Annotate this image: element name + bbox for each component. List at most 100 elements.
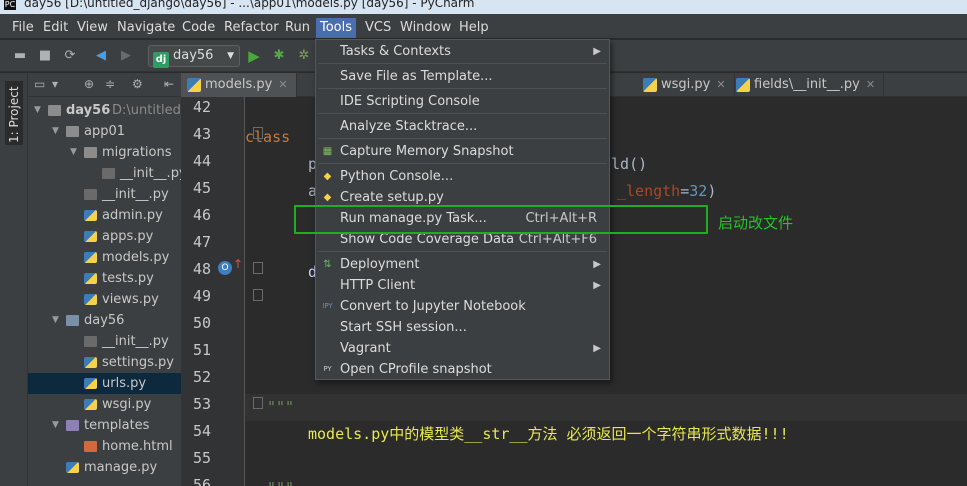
project-tool-window-button[interactable]: 1: Project	[5, 81, 23, 145]
python-file-icon	[84, 378, 97, 389]
expand-arrow-icon[interactable]: ▼	[52, 415, 59, 436]
menu-run[interactable]: Run	[281, 18, 314, 38]
tab-label: models.py	[205, 77, 273, 92]
tab-models-py[interactable]: models.py ✕	[181, 73, 297, 97]
tree-item[interactable]: manage.py	[28, 457, 181, 478]
menu-tools[interactable]: Tools	[316, 18, 357, 38]
expand-arrow-icon[interactable]: ▼	[52, 310, 59, 331]
run-configuration-select[interactable]: dj day56 ▼	[148, 45, 240, 68]
tree-item[interactable]: apps.py	[28, 226, 181, 247]
menu-item-open-cprofile-snapshot[interactable]: PY Open CProfile snapshot	[316, 359, 609, 380]
fold-marker-icon[interactable]	[253, 289, 263, 301]
menu-view[interactable]: View	[73, 18, 112, 38]
menu-item-deployment[interactable]: ⇅ Deployment ▶	[316, 254, 609, 275]
menu-item-save-file-as-template[interactable]: Save File as Template...	[316, 66, 609, 87]
close-icon[interactable]: ✕	[278, 78, 287, 91]
line-number: 52	[192, 368, 211, 386]
tree-item[interactable]: __init__.py	[28, 331, 181, 352]
chevron-down-icon: ▼	[227, 51, 234, 61]
forward-icon[interactable]: ▶	[118, 48, 134, 64]
fold-marker-icon[interactable]	[253, 127, 263, 139]
tree-item[interactable]: ▼ templates	[28, 415, 181, 436]
menu-item-label: Start SSH session...	[340, 320, 467, 335]
sync-icon[interactable]: ⟳	[62, 48, 78, 64]
tree-item[interactable]: settings.py	[28, 352, 181, 373]
run-icon[interactable]: ▶	[246, 48, 262, 64]
line-number: 50	[192, 314, 211, 332]
menu-item-convert-to-jupyter-notebook[interactable]: IPY Convert to Jupyter Notebook	[316, 296, 609, 317]
menu-window[interactable]: Window	[396, 18, 455, 38]
hide-icon[interactable]: ⇤	[164, 77, 174, 91]
tree-item[interactable]: __init__.py	[28, 184, 181, 205]
line-number: 49	[192, 287, 211, 305]
override-method-icon[interactable]: O	[218, 261, 232, 275]
tree-item[interactable]: ▼ day56	[28, 310, 181, 331]
gear-icon[interactable]: ⚙	[132, 77, 143, 91]
tree-item[interactable]: admin.py	[28, 205, 181, 226]
tree-item[interactable]: ▼ app01	[28, 121, 181, 142]
coverage-icon[interactable]: ✲	[296, 48, 312, 64]
tree-item[interactable]: ▼ migrations	[28, 142, 181, 163]
tree-item-label: urls.py	[102, 376, 147, 391]
tree-item-label: home.html	[102, 439, 173, 454]
menu-item-capture-memory-snapshot[interactable]: ▦ Capture Memory Snapshot	[316, 141, 609, 162]
menu-edit[interactable]: Edit	[39, 18, 72, 38]
tab-wsgi-py[interactable]: wsgi.py ✕	[637, 73, 735, 97]
python-file-icon	[84, 357, 97, 368]
menu-item-label: Vagrant	[340, 341, 391, 356]
code-line-56: """	[245, 475, 967, 486]
view-options-icon[interactable]: ▾	[52, 77, 58, 91]
menu-separator	[318, 88, 607, 89]
menu-code[interactable]: Code	[178, 18, 219, 38]
menu-item-start-ssh-session[interactable]: Start SSH session...	[316, 317, 609, 338]
deployment-icon: ⇅	[323, 259, 332, 270]
folder-icon[interactable]: ▭	[34, 77, 45, 91]
submenu-arrow-icon: ▶	[593, 259, 601, 270]
fold-marker-icon[interactable]	[253, 397, 263, 409]
menu-item-python-console[interactable]: ◆ Python Console...	[316, 166, 609, 187]
line-number: 45	[192, 179, 211, 197]
fold-marker-icon[interactable]	[253, 262, 263, 274]
tree-item[interactable]: ▼ day56D:\untitled_d	[28, 100, 181, 121]
tree-item[interactable]: views.py	[28, 289, 181, 310]
menu-item-vagrant[interactable]: Vagrant ▶	[316, 338, 609, 359]
tree-item[interactable]: models.py	[28, 247, 181, 268]
menu-file[interactable]: File	[8, 18, 38, 38]
tree-item-label: day56	[66, 103, 111, 118]
line-number: 46	[192, 206, 211, 224]
tree-item-label: manage.py	[84, 460, 158, 475]
menu-item-tasks-contexts[interactable]: Tasks & Contexts ▶	[316, 41, 609, 62]
submenu-arrow-icon: ▶	[593, 343, 601, 354]
tree-item[interactable]: urls.py	[28, 373, 181, 394]
menu-item-ide-scripting-console[interactable]: IDE Scripting Console	[316, 91, 609, 112]
menu-separator	[318, 113, 607, 114]
back-icon[interactable]: ◀	[93, 48, 109, 64]
menu-navigate[interactable]: Navigate	[113, 18, 179, 38]
close-icon[interactable]: ✕	[866, 78, 875, 91]
menu-item-label: Python Console...	[340, 169, 454, 184]
expand-arrow-icon[interactable]: ▼	[70, 142, 77, 163]
menu-item-analyze-stacktrace[interactable]: Analyze Stacktrace...	[316, 116, 609, 137]
collapse-icon[interactable]: ≑	[105, 77, 115, 91]
close-icon[interactable]: ✕	[716, 78, 725, 91]
tree-item-label: day56	[84, 313, 125, 328]
menu-vcs[interactable]: VCS	[361, 18, 395, 38]
tree-item[interactable]: wsgi.py	[28, 394, 181, 415]
expand-arrow-icon[interactable]: ▼	[52, 121, 59, 142]
line-number: 51	[192, 341, 211, 359]
menu-help[interactable]: Help	[455, 18, 493, 38]
locate-icon[interactable]: ⊕	[84, 77, 94, 91]
django-icon: dj	[153, 52, 169, 68]
tree-item[interactable]: __init__.py	[28, 163, 181, 184]
open-folder-icon[interactable]: ▬	[12, 48, 28, 64]
menu-refactor[interactable]: Refactor	[220, 18, 283, 38]
expand-arrow-icon[interactable]: ▼	[34, 100, 41, 121]
tab-fields-init-py[interactable]: fields\__init__.py ✕	[730, 73, 885, 97]
tree-item[interactable]: home.html	[28, 436, 181, 457]
tree-item-path: D:\untitled_d	[112, 103, 181, 118]
menu-item-http-client[interactable]: HTTP Client ▶	[316, 275, 609, 296]
tree-item[interactable]: tests.py	[28, 268, 181, 289]
line-number: 54	[192, 422, 211, 440]
save-all-icon[interactable]: ■	[37, 48, 53, 64]
debug-icon[interactable]: ✱	[271, 48, 287, 64]
